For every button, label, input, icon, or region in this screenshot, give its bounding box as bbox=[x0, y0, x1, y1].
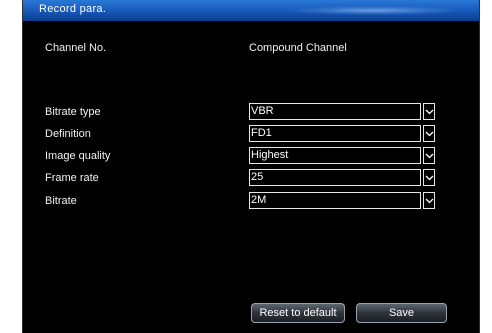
chevron-down-icon bbox=[425, 131, 434, 137]
image-quality-value[interactable]: Highest bbox=[249, 147, 421, 164]
chevron-down-icon bbox=[425, 175, 434, 181]
reset-to-default-button[interactable]: Reset to default bbox=[251, 303, 345, 323]
frame-rate-dropdown-button[interactable] bbox=[423, 169, 435, 186]
dialog-title: Record para. bbox=[39, 3, 107, 15]
chevron-down-icon bbox=[425, 109, 434, 115]
frame-rate-select[interactable]: 25 bbox=[249, 169, 435, 186]
save-button[interactable]: Save bbox=[356, 303, 447, 323]
bitrate-type-select[interactable]: VBR bbox=[249, 103, 435, 120]
bitrate-type-value[interactable]: VBR bbox=[249, 103, 421, 120]
frame-rate-value[interactable]: 25 bbox=[249, 169, 421, 186]
definition-select[interactable]: FD1 bbox=[249, 125, 435, 142]
bitrate-select[interactable]: 2M bbox=[249, 192, 435, 209]
channel-label: Channel No. bbox=[45, 42, 107, 54]
definition-dropdown-button[interactable] bbox=[423, 125, 435, 142]
image-quality-dropdown-button[interactable] bbox=[423, 147, 435, 164]
definition-label: Definition bbox=[45, 128, 91, 140]
definition-value[interactable]: FD1 bbox=[249, 125, 421, 142]
bitrate-type-dropdown-button[interactable] bbox=[423, 103, 435, 120]
record-para-dialog: Record para. Channel No. Compound Channe… bbox=[22, 0, 480, 333]
bitrate-value[interactable]: 2M bbox=[249, 192, 421, 209]
frame-rate-label: Frame rate bbox=[45, 172, 99, 184]
bitrate-dropdown-button[interactable] bbox=[423, 192, 435, 209]
image-quality-label: Image quality bbox=[45, 150, 111, 162]
chevron-down-icon bbox=[425, 198, 434, 204]
bitrate-type-label: Bitrate type bbox=[45, 106, 101, 118]
chevron-down-icon bbox=[425, 153, 434, 159]
channel-value: Compound Channel bbox=[249, 42, 347, 54]
title-bar: Record para. bbox=[23, 0, 479, 21]
bitrate-label: Bitrate bbox=[45, 195, 77, 207]
image-quality-select[interactable]: Highest bbox=[249, 147, 435, 164]
